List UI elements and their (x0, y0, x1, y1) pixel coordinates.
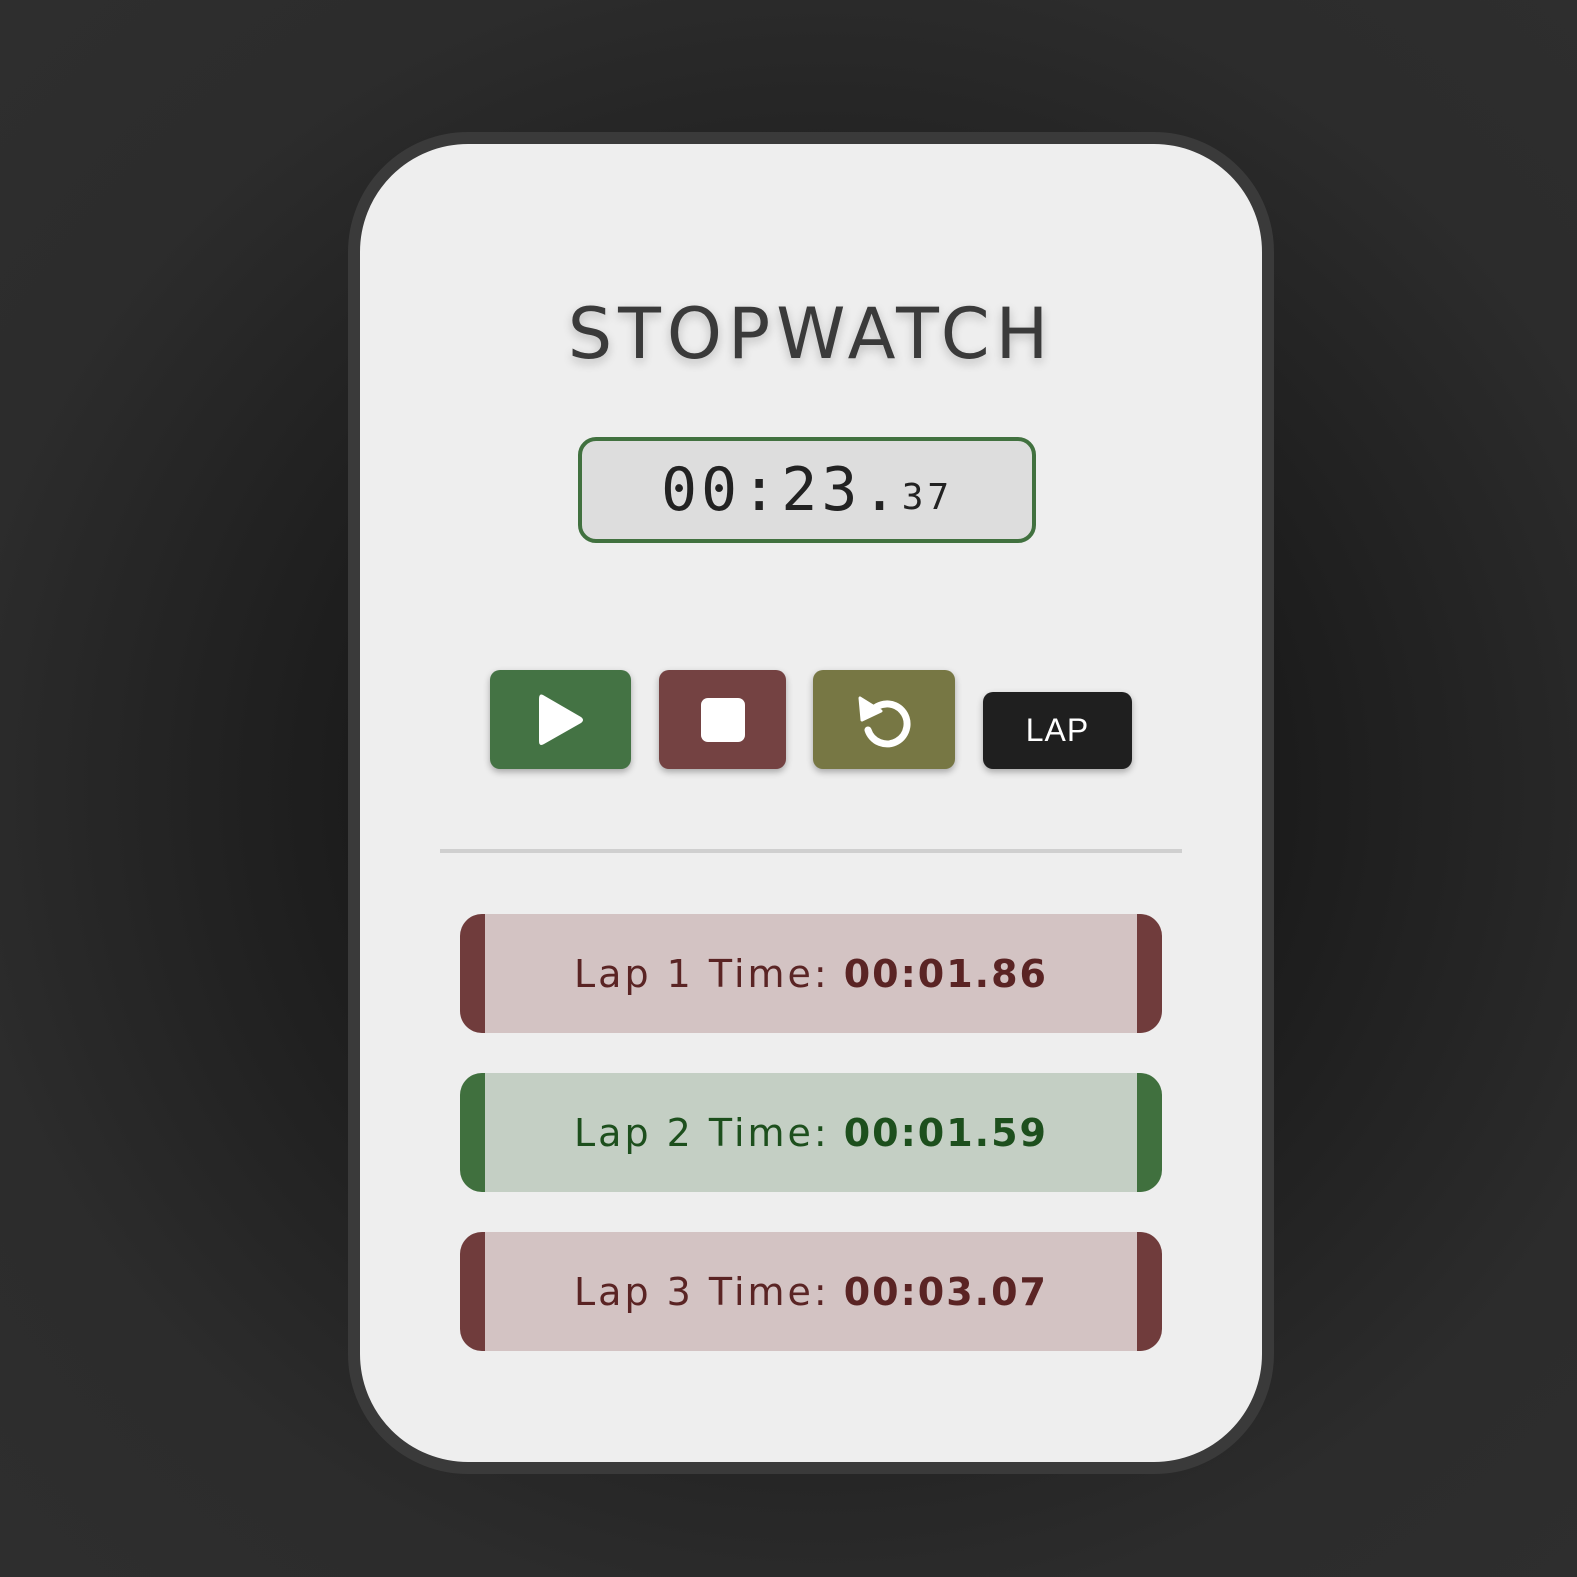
time-display: 00:23. 37 (578, 437, 1036, 543)
app-title: STOPWATCH (567, 293, 1055, 375)
reset-button[interactable] (813, 670, 955, 769)
stop-icon (700, 697, 745, 742)
time-display-milliseconds: 37 (901, 476, 954, 518)
lap-item: Lap 2 Time: 00:01.59 (460, 1073, 1162, 1192)
lap-button[interactable]: LAP (983, 692, 1132, 769)
lap-time: 00:03.07 (843, 1269, 1048, 1314)
divider (440, 849, 1182, 853)
lap-time: 00:01.86 (843, 951, 1048, 996)
start-button[interactable] (490, 670, 631, 769)
stopwatch-card: STOPWATCH 00:23. 37 LAP Lap 1 Time: 00:01… (348, 132, 1274, 1474)
lap-label: Lap 1 Time: (574, 951, 830, 996)
lap-item: Lap 1 Time: 00:01.86 (460, 914, 1162, 1033)
time-display-main: 00:23. (660, 455, 902, 525)
lap-label: Lap 2 Time: (574, 1110, 830, 1155)
reset-icon (858, 696, 911, 747)
lap-item: Lap 3 Time: 00:03.07 (460, 1232, 1162, 1351)
play-icon (538, 694, 583, 745)
stop-button[interactable] (659, 670, 786, 769)
lap-label: Lap 3 Time: (574, 1269, 830, 1314)
lap-time: 00:01.59 (843, 1110, 1048, 1155)
